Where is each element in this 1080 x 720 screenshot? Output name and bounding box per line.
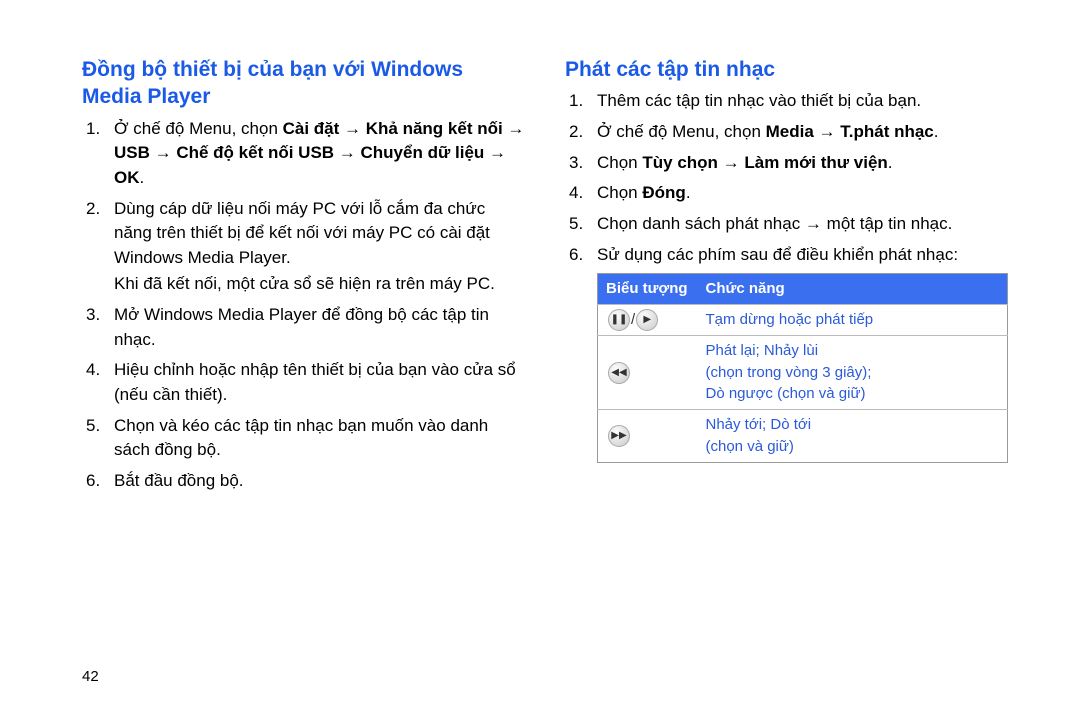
previous-icon: ◀◀: [608, 362, 630, 384]
table-row: ▶▶ Nhảy tới; Dò tới(chọn và giữ): [598, 410, 1008, 463]
page-number: 42: [82, 666, 99, 688]
list-item: Sử dụng các phím sau để điều khiển phát …: [565, 243, 1008, 268]
left-heading: Đồng bộ thiết bị của bạn với Windows Med…: [82, 56, 525, 111]
table-row: ❚❚/▶Tạm dừng hoặc phát tiếp: [598, 304, 1008, 335]
list-item: Chọn danh sách phát nhạc → một tập tin n…: [565, 212, 1008, 237]
left-column: Đồng bộ thiết bị của bạn với Windows Med…: [82, 56, 525, 500]
play-icon: ▶: [636, 309, 658, 331]
next-icon: ▶▶: [608, 425, 630, 447]
list-item: Chọn Đóng.: [565, 181, 1008, 206]
icon-cell: ▶▶: [598, 410, 698, 463]
list-item: Ở chế độ Menu, chọn Media → T.phát nhạc.: [565, 120, 1008, 145]
icon-cell: ❚❚/▶: [598, 304, 698, 335]
table-header-icon: Biểu tượng: [598, 274, 698, 305]
controls-table: Biểu tượng Chức năng ❚❚/▶Tạm dừng hoặc p…: [597, 273, 1008, 463]
list-item: Bắt đầu đồng bộ.: [82, 469, 525, 494]
list-item: Chọn và kéo các tập tin nhạc bạn muốn và…: [82, 414, 525, 463]
icon-cell: ◀◀: [598, 335, 698, 409]
pause-icon: ❚❚: [608, 309, 630, 331]
right-list: Thêm các tập tin nhạc vào thiết bị của b…: [565, 89, 1008, 267]
list-item: Mở Windows Media Player để đồng bộ các t…: [82, 303, 525, 352]
function-cell: Phát lại; Nhảy lùi(chọn trong vòng 3 giâ…: [698, 335, 1008, 409]
list-item: Thêm các tập tin nhạc vào thiết bị của b…: [565, 89, 1008, 114]
table-header-function: Chức năng: [698, 274, 1008, 305]
left-list: Ở chế độ Menu, chọn Cài đặt → Khả năng k…: [82, 117, 525, 494]
right-heading: Phát các tập tin nhạc: [565, 56, 1008, 83]
table-row: ◀◀ Phát lại; Nhảy lùi(chọn trong vòng 3 g…: [598, 335, 1008, 409]
list-item: Dùng cáp dữ liệu nối máy PC với lỗ cắm đ…: [82, 197, 525, 298]
right-column: Phát các tập tin nhạc Thêm các tập tin n…: [565, 56, 1008, 500]
list-item: Hiệu chỉnh hoặc nhập tên thiết bị của bạ…: [82, 358, 525, 407]
function-cell: Nhảy tới; Dò tới(chọn và giữ): [698, 410, 1008, 463]
list-item: Ở chế độ Menu, chọn Cài đặt → Khả năng k…: [82, 117, 525, 191]
function-cell: Tạm dừng hoặc phát tiếp: [698, 304, 1008, 335]
list-item: Chọn Tùy chọn → Làm mới thư viện.: [565, 151, 1008, 176]
